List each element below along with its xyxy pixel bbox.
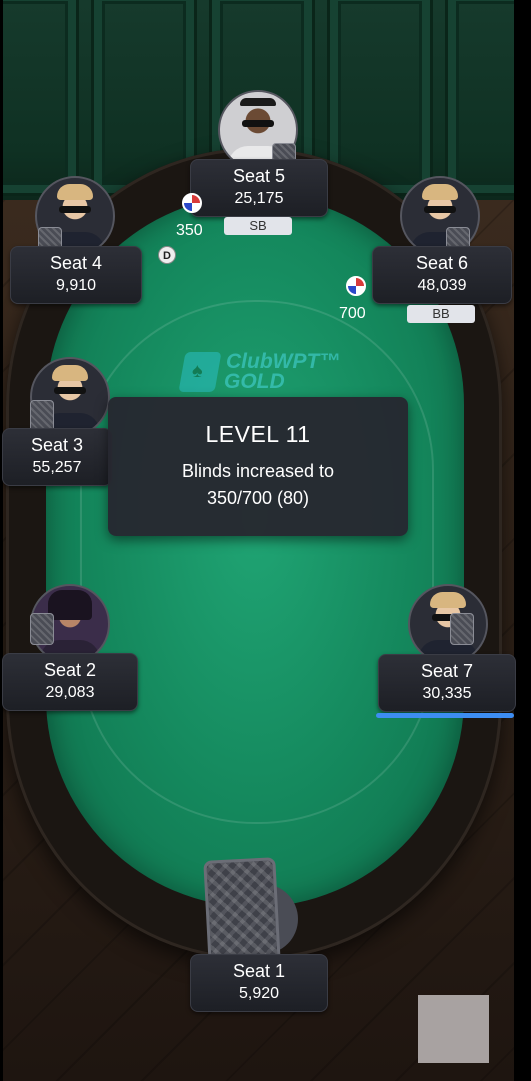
seat-6-stack: 48,039	[417, 277, 467, 294]
seat-7-cards	[450, 613, 474, 645]
clubwpt-gold-logo: ♠ ClubWPT™ GOLD	[178, 348, 340, 396]
seat-4-plate[interactable]: Seat 4 9,910	[10, 246, 142, 304]
seat-5-stack: 25,175	[234, 190, 284, 207]
seat-2-name: Seat 2	[43, 660, 97, 680]
seat-1-stack: 5,920	[238, 985, 280, 1002]
seat-3-stack: 55,257	[32, 459, 82, 476]
blinds-values: 350/700 (80)	[206, 488, 310, 508]
seat-5-name: Seat 5	[232, 166, 286, 186]
seat-7-plate[interactable]: Seat 7 30,335	[378, 654, 516, 712]
seat-3-name: Seat 3	[30, 435, 84, 455]
seat-5-plate[interactable]: Seat 5 25,175	[190, 159, 328, 217]
big-blind-tag: BB	[407, 305, 475, 323]
seat-1-plate[interactable]: Seat 1 5,920	[190, 954, 328, 1012]
seat-4-stack: 9,910	[55, 277, 97, 294]
seat-7-name: Seat 7	[420, 661, 474, 681]
seat-4-name: Seat 4	[49, 253, 103, 273]
dealer-button: D	[158, 246, 176, 264]
blinds-message: Blinds increased to	[181, 461, 335, 481]
big-blind-chip-icon	[346, 276, 366, 296]
seat-3-plate[interactable]: Seat 3 55,257	[2, 428, 112, 486]
big-blind-amount: 700	[339, 305, 366, 322]
seat-1-hole-card[interactable]	[203, 857, 281, 967]
small-blind-amount: 350	[176, 222, 203, 239]
seat-7-avatar[interactable]	[408, 584, 488, 664]
seat-6-plate[interactable]: Seat 6 48,039	[372, 246, 512, 304]
seat-7-turn-indicator	[376, 713, 514, 718]
seat-7-stack: 30,335	[422, 685, 472, 702]
menu-square-button[interactable]	[418, 995, 489, 1063]
seat-2-cards	[30, 613, 54, 645]
small-blind-chip-icon	[182, 193, 202, 213]
level-title: LEVEL 11	[205, 421, 311, 447]
small-blind-tag: SB	[224, 217, 292, 235]
seat-1-name: Seat 1	[232, 961, 286, 981]
seat-2-stack: 29,083	[45, 684, 95, 701]
seat-2-plate[interactable]: Seat 2 29,083	[2, 653, 138, 711]
seat-6-name: Seat 6	[415, 253, 469, 273]
level-announcement: LEVEL 11 Blinds increased to 350/700 (80…	[108, 397, 408, 536]
